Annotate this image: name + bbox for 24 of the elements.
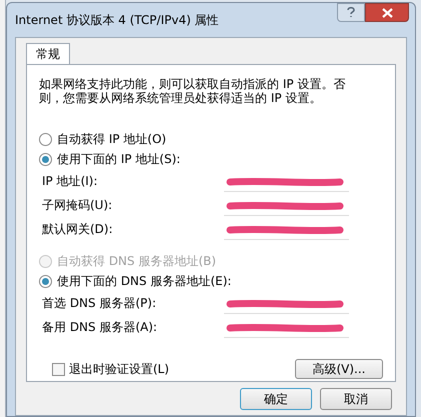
radio-button[interactable]: [39, 274, 52, 288]
field-label: 备用 DNS 服务器(A):: [41, 319, 158, 336]
radio-label: 使用下面的 DNS 服务器地址(E):: [57, 273, 232, 290]
close-button[interactable]: [365, 3, 409, 22]
dialog-button[interactable]: 取消: [320, 388, 392, 410]
tab[interactable]: 常规: [26, 43, 70, 64]
window-title: Internet 协议版本 4 (TCP/IPv4) 属性: [15, 12, 219, 29]
radio-label: 自动获得 DNS 服务器地址(B): [57, 253, 216, 270]
help-icon: [347, 7, 355, 18]
help-button[interactable]: [337, 3, 365, 22]
checkbox-label: 退出时验证设置(L): [69, 361, 170, 378]
checkbox[interactable]: [52, 362, 65, 376]
radio-button[interactable]: [39, 152, 52, 166]
field-label: IP 地址(I):: [41, 173, 99, 190]
field-label: 子网掩码(U):: [41, 197, 114, 214]
close-icon: [382, 8, 392, 18]
radio-label: 自动获得 IP 地址(O): [57, 131, 166, 148]
field-label: 默认网关(D):: [41, 221, 114, 238]
radio-button[interactable]: [39, 132, 52, 146]
advanced-button[interactable]: 高级(V)...: [295, 359, 383, 379]
description-text: 如果网络支持此功能，则可以获取自动指派的 IP 设置。否则，您需要从网络系统管理员处获得适当的 IP 设置。: [39, 77, 346, 105]
dialog-button[interactable]: 确定: [240, 388, 312, 410]
radio-label: 使用下面的 IP 地址(S):: [57, 151, 180, 168]
field-label: 首选 DNS 服务器(P):: [41, 295, 158, 312]
